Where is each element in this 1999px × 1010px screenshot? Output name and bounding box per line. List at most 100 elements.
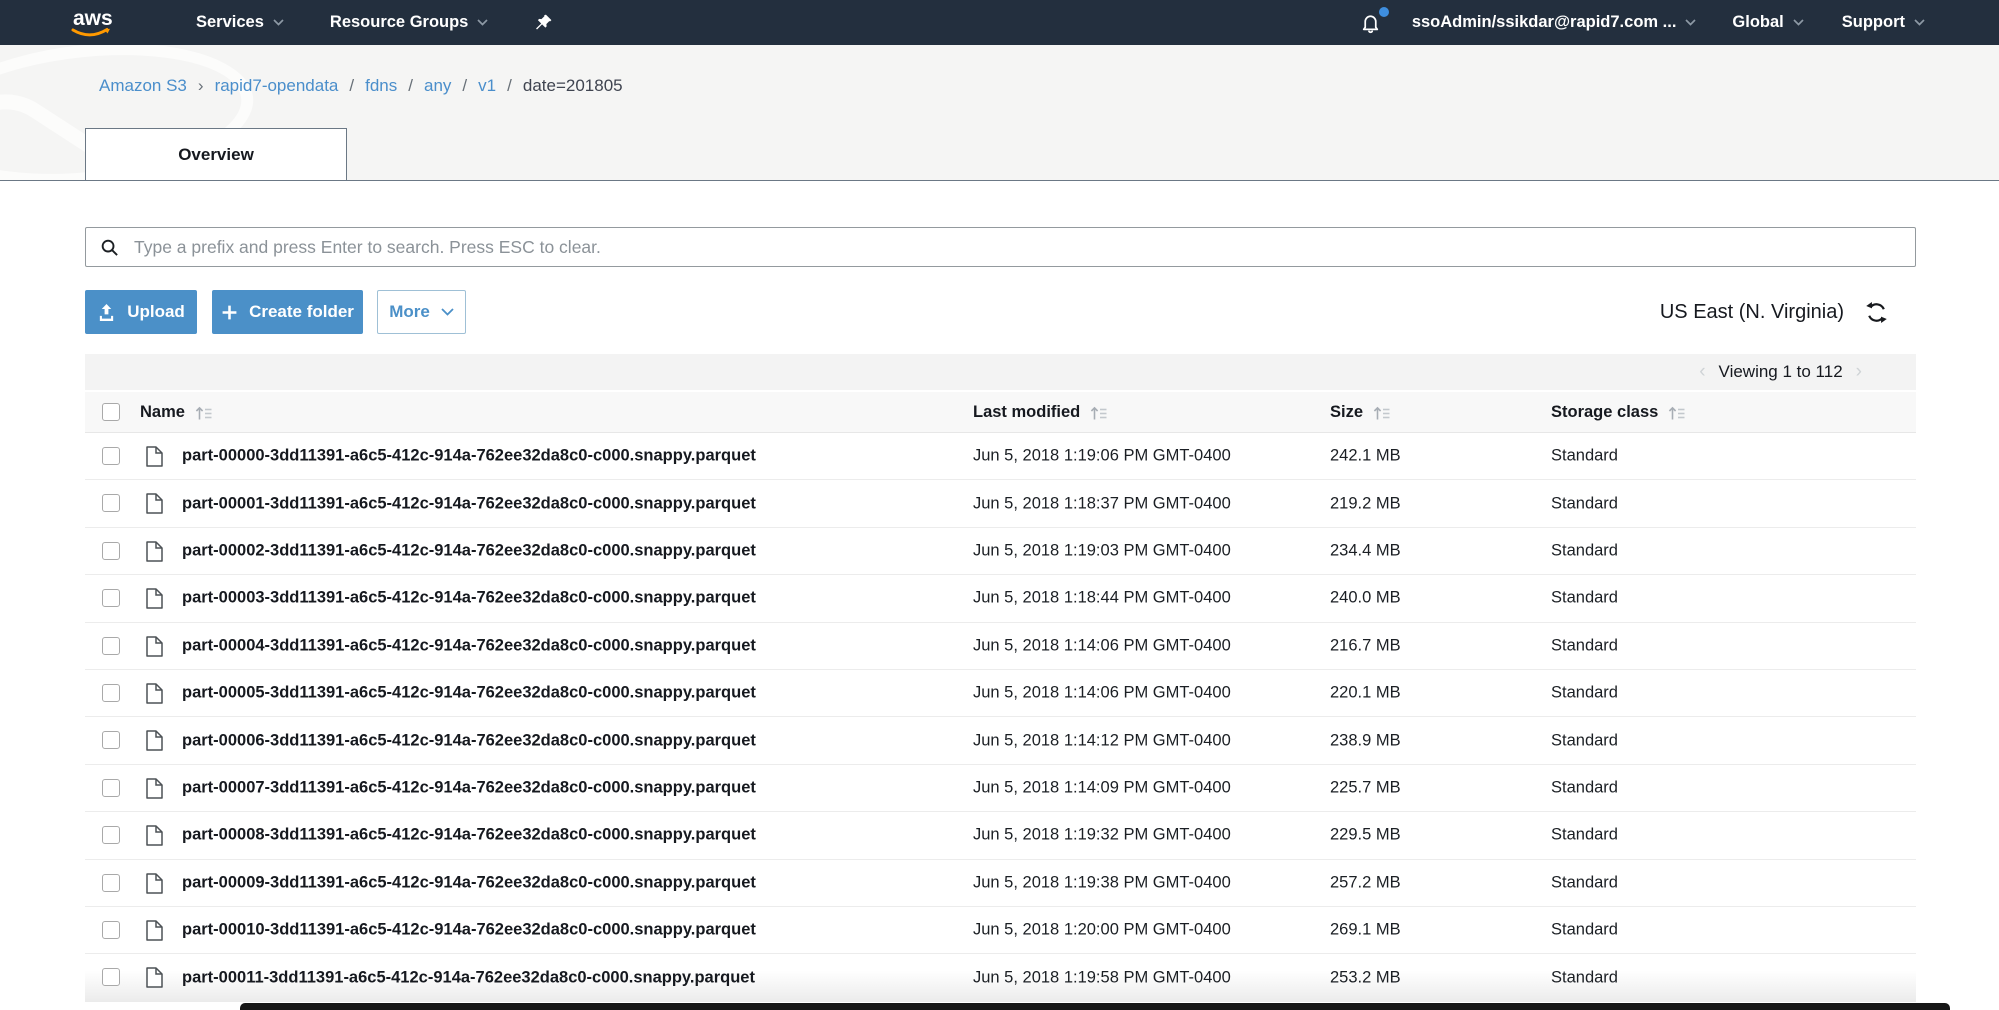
nav-support-menu[interactable]: Support [1842, 13, 1925, 32]
search-input[interactable] [132, 235, 1905, 259]
row-checkbox[interactable] [102, 589, 120, 608]
object-name-link[interactable]: part-00010-3dd11391-a6c5-412c-914a-762ee… [182, 921, 756, 940]
tab-overview[interactable]: Overview [85, 128, 347, 180]
row-checkbox[interactable] [102, 873, 120, 892]
s3-console-page: aws Services Resource Groups ssoAdmin/ss… [0, 0, 1999, 1010]
nav-resource-groups[interactable]: Resource Groups [330, 13, 488, 32]
create-folder-button[interactable]: Create folder [212, 290, 363, 334]
file-icon [146, 683, 163, 709]
table-row[interactable]: part-00010-3dd11391-a6c5-412c-914a-762ee… [85, 906, 1916, 955]
storage-class: Standard [1551, 541, 1618, 560]
sort-icon[interactable] [1373, 405, 1390, 421]
table-row[interactable]: part-00001-3dd11391-a6c5-412c-914a-762ee… [85, 480, 1916, 528]
row-checkbox[interactable] [102, 683, 120, 702]
breadcrumb-bucket[interactable]: rapid7-opendata [215, 76, 339, 96]
refresh-icon[interactable] [1865, 301, 1888, 324]
aws-logo[interactable]: aws [66, 6, 118, 40]
row-checkbox[interactable] [102, 447, 120, 465]
breadcrumb-folder-v1[interactable]: v1 [478, 76, 496, 96]
row-checkbox[interactable] [102, 778, 120, 797]
last-modified: Jun 5, 2018 1:19:38 PM GMT-0400 [973, 873, 1231, 892]
object-list: part-00000-3dd11391-a6c5-412c-914a-762ee… [85, 433, 1916, 1002]
object-name-link[interactable]: part-00006-3dd11391-a6c5-412c-914a-762ee… [182, 731, 756, 750]
last-modified: Jun 5, 2018 1:14:06 PM GMT-0400 [973, 683, 1231, 702]
breadcrumb-separator: / [408, 76, 413, 95]
object-name-link[interactable]: part-00007-3dd11391-a6c5-412c-914a-762ee… [182, 778, 756, 797]
create-folder-button-label: Create folder [249, 302, 354, 321]
sort-icon[interactable] [195, 405, 212, 421]
nav-right-group: ssoAdmin/ssikdar@rapid7.com ... Global S… [1359, 6, 1925, 35]
dock-bar [240, 1003, 1950, 1010]
breadcrumb-amazon-s3[interactable]: Amazon S3 [99, 76, 187, 96]
chevron-down-icon [273, 19, 284, 26]
sort-icon[interactable] [1668, 405, 1685, 421]
table-row[interactable]: part-00003-3dd11391-a6c5-412c-914a-762ee… [85, 575, 1916, 623]
prev-page-chevron[interactable]: ‹ [1699, 361, 1705, 383]
pin-icon[interactable] [534, 13, 553, 32]
breadcrumb-separator: / [349, 76, 355, 95]
row-checkbox[interactable] [102, 494, 120, 513]
object-name-link[interactable]: part-00004-3dd11391-a6c5-412c-914a-762ee… [182, 636, 756, 655]
table-row[interactable]: part-00011-3dd11391-a6c5-412c-914a-762ee… [85, 954, 1916, 1002]
row-checkbox[interactable] [102, 920, 120, 939]
search-icon [100, 238, 119, 257]
nav-services[interactable]: Services [196, 13, 284, 32]
chevron-down-icon [1685, 19, 1697, 26]
more-button-label: More [389, 302, 430, 321]
file-icon [146, 541, 163, 567]
breadcrumb-current-folder: date=201805 [522, 76, 623, 95]
row-checkbox[interactable] [102, 826, 120, 845]
chevron-down-icon [1793, 19, 1804, 26]
row-checkbox[interactable] [102, 636, 120, 655]
size: 229.5 MB [1330, 825, 1401, 844]
aws-logo-icon: aws [71, 7, 113, 36]
storage-class: Standard [1551, 825, 1618, 844]
select-all-checkbox[interactable] [102, 403, 120, 421]
row-checkbox[interactable] [102, 968, 120, 987]
region-label[interactable]: US East (N. Virginia) [1660, 301, 1844, 324]
last-modified: Jun 5, 2018 1:14:06 PM GMT-0400 [973, 636, 1231, 655]
upload-button[interactable]: Upload [85, 290, 197, 334]
region-selector: US East (N. Virginia) [1660, 290, 1916, 334]
table-row[interactable]: part-00004-3dd11391-a6c5-412c-914a-762ee… [85, 622, 1916, 670]
table-row[interactable]: part-00000-3dd11391-a6c5-412c-914a-762ee… [85, 433, 1916, 481]
row-checkbox[interactable] [102, 541, 120, 560]
object-name-link[interactable]: part-00008-3dd11391-a6c5-412c-914a-762ee… [182, 826, 756, 845]
tab-overview-label: Overview [178, 145, 254, 164]
object-name-link[interactable]: part-00011-3dd11391-a6c5-412c-914a-762ee… [182, 968, 755, 987]
nav-account-menu[interactable]: ssoAdmin/ssikdar@rapid7.com ... [1412, 13, 1697, 32]
last-modified: Jun 5, 2018 1:18:37 PM GMT-0400 [973, 494, 1231, 513]
object-name-link[interactable]: part-00009-3dd11391-a6c5-412c-914a-762ee… [182, 873, 756, 892]
aws-top-nav: aws Services Resource Groups ssoAdmin/ss… [0, 0, 1999, 45]
storage-class: Standard [1551, 968, 1618, 987]
breadcrumb-folder-fdns[interactable]: fdns [365, 76, 397, 96]
object-name-link[interactable]: part-00001-3dd11391-a6c5-412c-914a-762ee… [182, 494, 756, 513]
table-row[interactable]: part-00008-3dd11391-a6c5-412c-914a-762ee… [85, 812, 1916, 860]
sort-icon[interactable] [1090, 405, 1107, 421]
notifications-bell[interactable] [1359, 6, 1389, 35]
breadcrumb-folder-any[interactable]: any [424, 76, 451, 96]
column-modified-label: Last modified [973, 403, 1081, 421]
table-row[interactable]: part-00002-3dd11391-a6c5-412c-914a-762ee… [85, 527, 1916, 576]
table-row[interactable]: part-00007-3dd11391-a6c5-412c-914a-762ee… [85, 764, 1916, 813]
last-modified: Jun 5, 2018 1:18:44 PM GMT-0400 [973, 588, 1231, 607]
last-modified: Jun 5, 2018 1:19:03 PM GMT-0400 [973, 541, 1231, 560]
table-row[interactable]: part-00009-3dd11391-a6c5-412c-914a-762ee… [85, 859, 1916, 907]
size: 220.1 MB [1330, 683, 1401, 702]
file-icon [146, 730, 163, 756]
table-row[interactable]: part-00006-3dd11391-a6c5-412c-914a-762ee… [85, 717, 1916, 765]
object-name-link[interactable]: part-00003-3dd11391-a6c5-412c-914a-762ee… [182, 589, 756, 608]
file-icon [146, 872, 163, 899]
last-modified: Jun 5, 2018 1:19:06 PM GMT-0400 [973, 446, 1231, 465]
object-name-link[interactable]: part-00002-3dd11391-a6c5-412c-914a-762ee… [182, 541, 756, 560]
support-menu-label: Support [1841, 13, 1905, 31]
nav-region-menu[interactable]: Global [1732, 13, 1804, 32]
object-name-link[interactable]: part-00005-3dd11391-a6c5-412c-914a-762ee… [182, 684, 756, 703]
object-name-link[interactable]: part-00000-3dd11391-a6c5-412c-914a-762ee… [182, 447, 756, 466]
storage-class: Standard [1551, 588, 1618, 607]
row-checkbox[interactable] [102, 731, 120, 750]
more-button[interactable]: More [377, 290, 466, 334]
plus-icon [222, 305, 237, 319]
next-page-chevron[interactable]: › [1856, 361, 1862, 383]
table-row[interactable]: part-00005-3dd11391-a6c5-412c-914a-762ee… [85, 669, 1916, 718]
